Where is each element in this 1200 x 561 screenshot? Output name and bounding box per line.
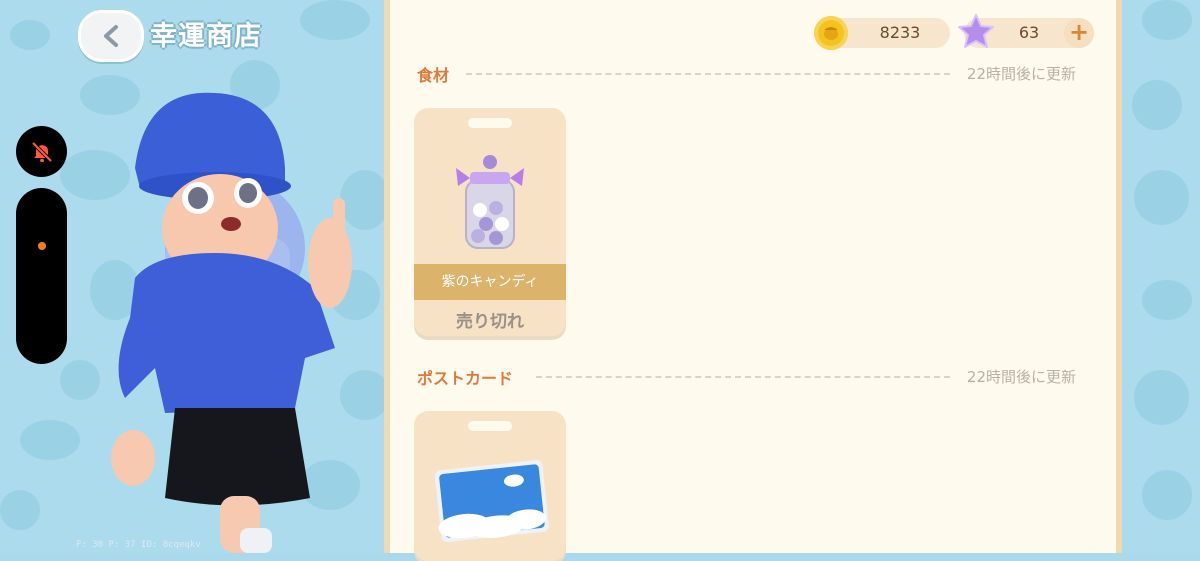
bg-pattern-shape	[300, 0, 370, 40]
section-title-postcards: ポストカード	[417, 369, 514, 388]
chevron-left-icon	[104, 25, 118, 47]
bg-pattern-shape	[1132, 80, 1182, 130]
shop-item-card[interactable]	[414, 411, 566, 561]
star-value: 63	[1018, 23, 1040, 42]
bell-off-icon	[31, 141, 52, 162]
coin-counter: 8233	[814, 16, 950, 50]
sweater-shape	[118, 253, 335, 413]
left-hand	[111, 430, 155, 486]
item-name-label: 紫のキャンディ	[414, 264, 566, 300]
indicator-dot	[38, 242, 46, 250]
section-divider	[536, 376, 950, 378]
shop-item-card[interactable]: 紫のキャンディ 売り切れ	[414, 108, 566, 336]
skirt-shape	[165, 408, 310, 506]
shop-panel: 8233 63 + 食材 22時間後に更新 紫のキャンディ 売り切れ ポストカー…	[384, 0, 1122, 561]
raised-hand	[308, 218, 352, 308]
right-pupil	[239, 183, 257, 203]
candy-jar-icon	[456, 155, 524, 249]
bg-pattern-shape	[1142, 0, 1192, 40]
card-hanger-hole	[468, 118, 512, 128]
bg-pattern-shape	[20, 420, 80, 460]
bg-pattern-shape	[10, 20, 50, 50]
bg-pattern-shape	[1134, 170, 1189, 225]
mute-button[interactable]	[16, 126, 67, 177]
section-divider	[466, 73, 950, 75]
card-hanger-hole	[468, 421, 512, 431]
back-button[interactable]	[78, 10, 144, 62]
item-status-sold-out: 売り切れ	[456, 312, 524, 332]
mouth-shape	[221, 217, 241, 231]
bg-pattern-shape	[1142, 470, 1192, 520]
sock-shape	[240, 528, 272, 553]
side-control-panel[interactable]	[16, 188, 67, 364]
bg-pattern-shape	[60, 360, 100, 400]
star-counter: 63 +	[958, 14, 1094, 48]
section-title-ingredients: 食材	[417, 66, 450, 85]
coin-value: 8233	[879, 23, 921, 42]
acorn-coin-icon	[814, 16, 848, 50]
right-background	[1122, 0, 1200, 553]
left-pupil	[188, 187, 208, 209]
debug-info-text: F: 30 P: 37 ID: 8cqeqkv	[76, 540, 201, 550]
section-refresh-timer: 22時間後に更新	[966, 65, 1076, 83]
add-stars-button[interactable]: +	[1064, 18, 1094, 48]
postcard-icon	[435, 460, 549, 542]
section-refresh-timer: 22時間後に更新	[966, 368, 1076, 386]
pointing-finger	[333, 198, 345, 238]
page-title: 幸運商店	[150, 21, 262, 52]
character-illustration	[111, 92, 352, 553]
star-icon	[958, 14, 994, 48]
bg-pattern-shape	[0, 490, 40, 530]
bg-pattern-shape	[1134, 370, 1189, 425]
bg-pattern-shape	[1142, 280, 1192, 320]
